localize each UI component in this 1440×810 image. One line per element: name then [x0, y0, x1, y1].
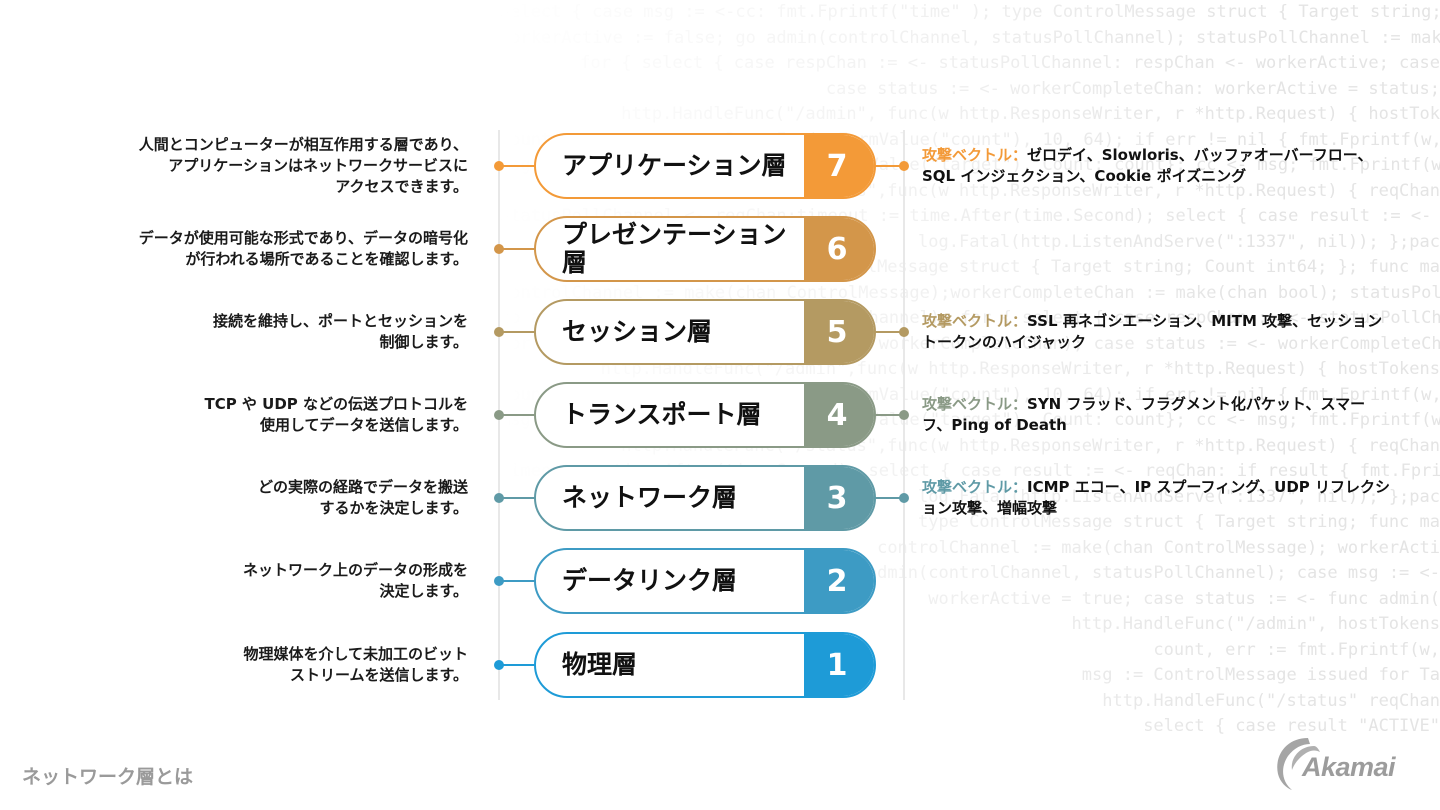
description-line: 人間とコンピューターが相互作用する層であり、	[138, 135, 468, 154]
attack-vector-label: 攻撃ベクトル：	[922, 312, 1028, 330]
layer-description: ネットワーク上のデータの形成を決定します。	[28, 560, 468, 602]
layer-name: ネットワーク層	[562, 483, 738, 512]
description-line: ストリームを送信します。	[289, 666, 468, 684]
description-line: 制御します。	[379, 333, 468, 351]
layer-description: 人間とコンピューターが相互作用する層であり、アプリケーションはネットワークサービ…	[28, 135, 468, 198]
layer-number-badge: 5	[804, 301, 874, 363]
layer-number-badge: 3	[804, 467, 874, 529]
connector-dot-left	[494, 410, 504, 420]
description-line: 物理媒体を介して未加工のビット	[243, 645, 468, 663]
connector-dot-left	[494, 161, 504, 171]
code-line: select { case msg := <-cc: fmt.Fprintf("…	[500, 2, 1440, 22]
connector-dot-left	[494, 327, 504, 337]
code-line: workerActive := false; go admin(controlC…	[500, 27, 1440, 48]
connector-dot-right	[899, 327, 909, 337]
layer-description: どの実際の経路でデータを搬送するかを決定します。	[28, 477, 468, 519]
layer-name: プレゼンテーション層	[562, 220, 787, 277]
layer-name: アプリケーション層	[562, 151, 787, 180]
attack-vector: 攻撃ベクトル：ゼロデイ、Slowloris、バッファオーバーフロー、SQL イン…	[922, 145, 1392, 187]
connector-dot-left	[494, 660, 504, 670]
layer-description: データが使用可能な形式であり、データの暗号化が行われる場所であることを確認します…	[28, 228, 468, 270]
layer-row-5: 接続を維持し、ポートとセッションを制御します。 セッション層 5 攻撃ベクトル：SSL…	[0, 299, 1440, 365]
layer-number-badge: 2	[804, 550, 874, 612]
layer-pill: 物理層 1	[534, 632, 876, 698]
attack-vector: 攻撃ベクトル：ICMP エコー、IP スプーフィング、UDP リフレクション攻撃…	[922, 477, 1392, 519]
layer-name: データリンク層	[562, 566, 738, 595]
layer-row-3: どの実際の経路でデータを搬送するかを決定します。 ネットワーク層 3 攻撃ベクトル：I…	[0, 465, 1440, 531]
layer-number-badge: 7	[804, 135, 874, 197]
connector-dot-left	[494, 244, 504, 254]
attack-vector: 攻撃ベクトル：SYN フラッド、フラグメント化パケット、スマーフ、Ping of…	[922, 394, 1392, 436]
layer-row-4: TCP や UDP などの伝送プロトコルを使用してデータを送信します。 トランスポ…	[0, 382, 1440, 448]
description-line: 決定します。	[379, 582, 468, 600]
description-line: するかを決定します。	[319, 499, 468, 517]
connector-dot-left	[494, 493, 504, 503]
connector-dot-right	[899, 493, 909, 503]
description-line: が行われる場所であることを確認します。	[185, 250, 468, 268]
attack-vector-label: 攻撃ベクトル：	[922, 146, 1028, 164]
description-line: アプリケーションはネットワークサービスに	[168, 156, 468, 175]
connector-dot-right	[899, 410, 909, 420]
layer-pill: データリンク層 2	[534, 548, 876, 614]
attack-vector-label: 攻撃ベクトル：	[922, 395, 1028, 413]
layer-pill: アプリケーション層 7	[534, 133, 876, 199]
connector-dot-right	[899, 161, 909, 171]
description-line: データが使用可能な形式であり、データの暗号化	[138, 229, 468, 247]
code-line: case status := <- workerCompleteChan: wo…	[825, 78, 1440, 99]
description-line: TCP や UDP などの伝送プロトコルを	[204, 395, 468, 413]
connector-line-left	[499, 165, 536, 167]
connector-line-left	[499, 331, 536, 333]
layer-description: 物理媒体を介して未加工のビットストリームを送信します。	[28, 644, 468, 686]
layer-pill: セッション層 5	[534, 299, 876, 365]
slide-title: ネットワーク層とは	[22, 766, 194, 788]
layer-number-badge: 4	[804, 384, 874, 446]
layer-row-1: 物理媒体を介して未加工のビットストリームを送信します。 物理層 1	[0, 632, 1440, 698]
layer-description: TCP や UDP などの伝送プロトコルを使用してデータを送信します。	[28, 394, 468, 436]
layer-name: トランスポート層	[562, 400, 762, 429]
connector-dot-left	[494, 576, 504, 586]
description-line: アクセスできます。	[335, 177, 468, 196]
layer-name: セッション層	[562, 317, 713, 346]
description-line: 接続を維持し、ポートとセッションを	[212, 312, 468, 330]
akamai-logo-text: Akamai	[1302, 752, 1396, 782]
connector-line-left	[499, 414, 536, 416]
layer-pill: トランスポート層 4	[534, 382, 876, 448]
description-line: どの実際の経路でデータを搬送	[257, 478, 468, 496]
layer-row-6: データが使用可能な形式であり、データの暗号化が行われる場所であることを確認します…	[0, 216, 1440, 282]
connector-line-left	[499, 580, 536, 582]
layer-pill: ネットワーク層 3	[534, 465, 876, 531]
layer-pill: プレゼンテーション層 6	[534, 216, 876, 282]
connector-line-left	[499, 248, 536, 250]
connector-line-left	[499, 497, 536, 499]
layer-number-badge: 1	[804, 634, 874, 696]
layer-name: 物理層	[562, 650, 638, 679]
layer-number-badge: 6	[804, 218, 874, 280]
layer-row-2: ネットワーク上のデータの形成を決定します。 データリンク層 2	[0, 548, 1440, 614]
description-line: 使用してデータを送信します。	[259, 416, 468, 434]
layer-row-7: 人間とコンピューターが相互作用する層であり、アプリケーションはネットワークサービ…	[0, 133, 1440, 199]
akamai-logo: Akamai	[1272, 730, 1422, 792]
description-line: ネットワーク上のデータの形成を	[242, 561, 468, 579]
layer-description: 接続を維持し、ポートとセッションを制御します。	[28, 311, 468, 353]
attack-vector: 攻撃ベクトル：SSL 再ネゴシエーション、MITM 攻撃、セッショントークンのハ…	[922, 311, 1392, 353]
connector-line-left	[499, 664, 536, 666]
attack-vector-label: 攻撃ベクトル：	[922, 478, 1028, 496]
code-line: http.HandleFunc("/admin", func(w http.Re…	[621, 104, 1440, 124]
code-line: for { select { case respChan := <- statu…	[580, 53, 1440, 73]
background-code-decoration: select { case msg := <-cc: fmt.Fprintf("…	[500, 0, 1440, 740]
